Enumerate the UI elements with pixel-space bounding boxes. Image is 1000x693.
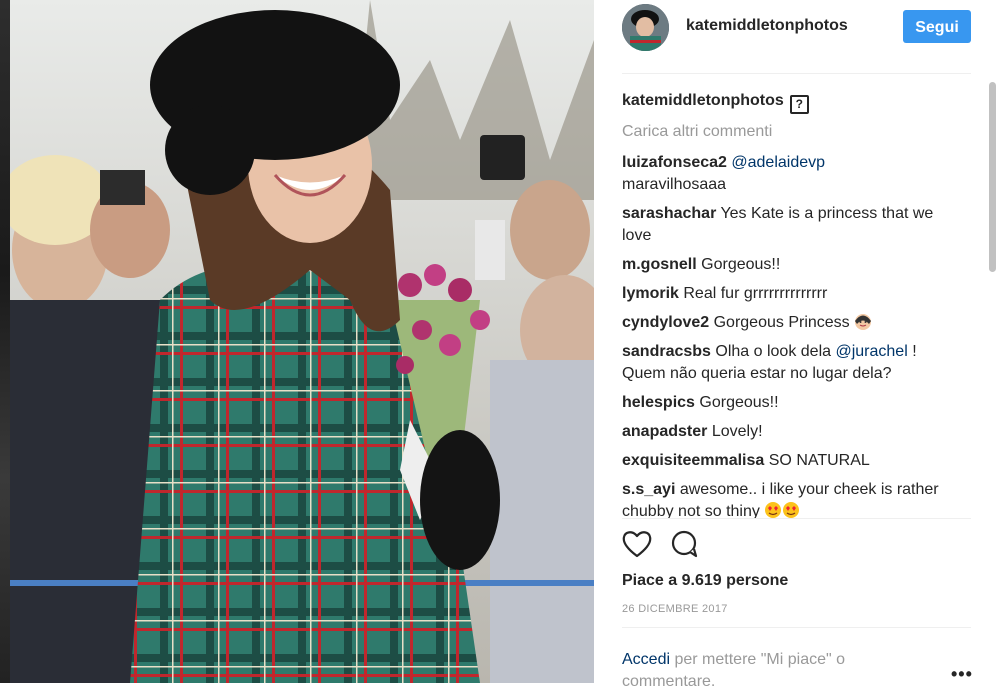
list-item: s.s_ayi awesome.. i like your cheek is r… bbox=[622, 479, 962, 518]
comment-text: Gorgeous!! bbox=[699, 394, 779, 411]
comment-username[interactable]: m.gosnell bbox=[622, 256, 697, 273]
list-item: lymorik Real fur grrrrrrrrrrrrrr bbox=[622, 283, 962, 305]
heart-icon[interactable] bbox=[622, 530, 652, 563]
comment-text: Real fur grrrrrrrrrrrrrr bbox=[683, 285, 828, 302]
comment-text: Lovely! bbox=[711, 423, 763, 440]
list-item: sandracsbs Olha o look dela @jurachel ! … bbox=[622, 341, 962, 385]
comment-icon[interactable] bbox=[670, 530, 698, 563]
princess-emoji-icon bbox=[854, 312, 872, 330]
heart-eyes-emoji-icon bbox=[764, 501, 782, 518]
heart-eyes-emoji-icon bbox=[782, 501, 800, 518]
comment-text: Gorgeous Princess bbox=[713, 314, 850, 331]
comment-username[interactable]: exquisiteemmalisa bbox=[622, 452, 764, 469]
avatar[interactable] bbox=[622, 4, 669, 51]
post-username[interactable]: katemiddletonphotos bbox=[686, 17, 848, 35]
list-item: sarashachar Yes Kate is a princess that … bbox=[622, 203, 962, 247]
comment-username[interactable]: helespics bbox=[622, 394, 695, 411]
divider bbox=[622, 73, 971, 74]
follow-button[interactable]: Segui bbox=[903, 10, 971, 43]
more-options-icon[interactable]: ••• bbox=[951, 664, 973, 685]
list-item: helespics Gorgeous!! bbox=[622, 392, 962, 414]
comment-mention[interactable]: @jurachel bbox=[835, 343, 907, 360]
comment-username[interactable]: anapadster bbox=[622, 423, 707, 440]
comment-text: Gorgeous!! bbox=[701, 256, 781, 273]
caption: katemiddletonphotos? bbox=[622, 90, 962, 114]
comment-username[interactable]: luizafonseca2 bbox=[622, 154, 727, 171]
comment-text: maravilhosaaa bbox=[622, 176, 727, 193]
likes-count[interactable]: Piace a 9.619 persone bbox=[622, 572, 788, 590]
divider bbox=[622, 518, 971, 519]
list-item: exquisiteemmalisa SO NATURAL bbox=[622, 450, 962, 472]
post-details-panel: katemiddletonphotos Segui katemiddletonp… bbox=[594, 0, 1000, 690]
comment-username[interactable]: s.s_ayi bbox=[622, 481, 675, 498]
comment-mention[interactable]: @adelaidevp bbox=[731, 154, 825, 171]
comment-username[interactable]: sarashachar bbox=[622, 205, 716, 222]
list-item: anapadster Lovely! bbox=[622, 421, 962, 443]
comment-username[interactable]: lymorik bbox=[622, 285, 679, 302]
divider bbox=[622, 627, 971, 628]
caption-username[interactable]: katemiddletonphotos bbox=[622, 92, 784, 109]
comment-text: Olha o look dela bbox=[715, 343, 836, 360]
post-date: 26 DICEMBRE 2017 bbox=[622, 603, 728, 615]
comment-username[interactable]: cyndylove2 bbox=[622, 314, 709, 331]
help-icon: ? bbox=[789, 95, 809, 114]
login-prompt: Accedi per mettere "Mi piace" o commenta… bbox=[622, 649, 922, 693]
background-strip bbox=[0, 0, 10, 683]
list-item: cyndylove2 Gorgeous Princess bbox=[622, 312, 962, 334]
post-photo[interactable] bbox=[10, 0, 594, 683]
list-item: m.gosnell Gorgeous!! bbox=[622, 254, 962, 276]
comments-scrollbar[interactable] bbox=[989, 82, 996, 272]
load-more-comments-link[interactable]: Carica altri commenti bbox=[622, 121, 962, 143]
comments-list: katemiddletonphotos? Carica altri commen… bbox=[622, 90, 962, 518]
list-item: luizafonseca2 @adelaidevp maravilhosaaa bbox=[622, 152, 962, 196]
login-link[interactable]: Accedi bbox=[622, 651, 670, 668]
comment-username[interactable]: sandracsbs bbox=[622, 343, 711, 360]
comment-text: SO NATURAL bbox=[768, 452, 870, 469]
